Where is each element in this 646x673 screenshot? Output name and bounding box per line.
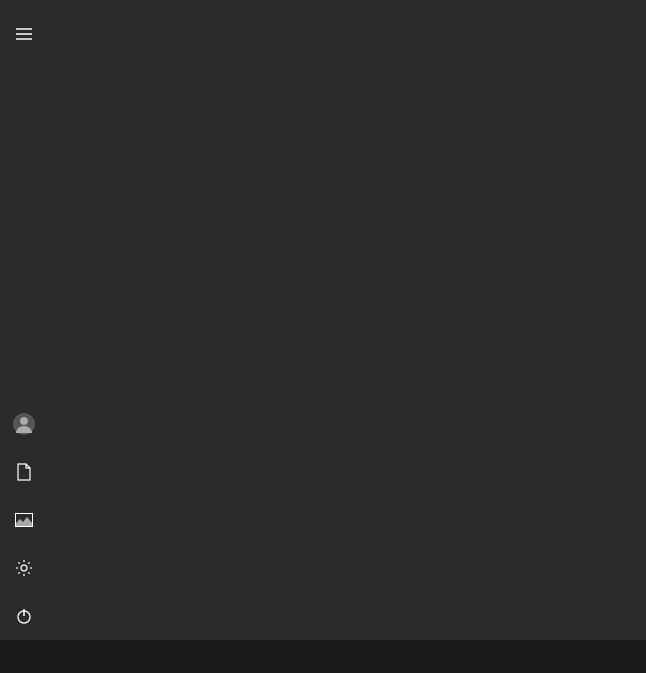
hamburger-icon <box>16 28 32 40</box>
taskbar <box>0 640 646 673</box>
picture-icon <box>15 513 33 527</box>
app-list[interactable] <box>48 0 308 640</box>
tiles-area[interactable] <box>308 0 646 640</box>
settings-button[interactable] <box>0 544 48 592</box>
start-menu <box>0 0 646 640</box>
power-icon <box>15 607 33 625</box>
user-avatar-icon <box>13 413 35 435</box>
left-rail <box>0 0 48 640</box>
gear-icon <box>15 559 33 577</box>
document-icon <box>17 463 31 481</box>
user-button[interactable] <box>0 400 48 448</box>
power-button[interactable] <box>0 592 48 640</box>
pictures-button[interactable] <box>0 496 48 544</box>
menu-button[interactable] <box>0 10 48 58</box>
documents-button[interactable] <box>0 448 48 496</box>
